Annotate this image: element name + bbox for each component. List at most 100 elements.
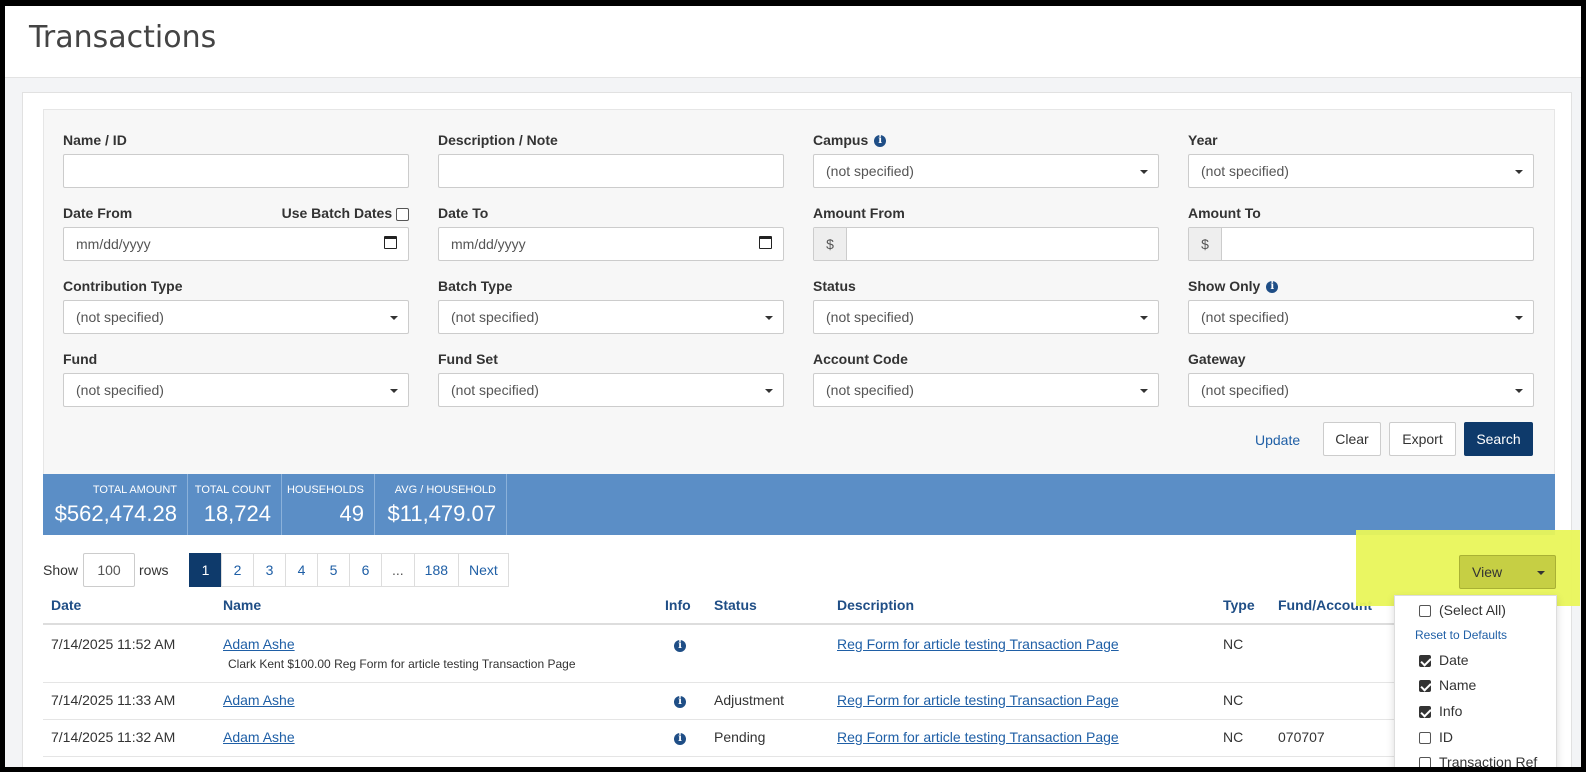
col-date[interactable]: Date [51,597,81,613]
description-link[interactable]: Reg Form for article testing Transaction… [837,729,1119,745]
row-info[interactable]: i [672,693,686,709]
stat-value: 49 [339,501,364,526]
name-link[interactable]: Adam Ashe [223,636,295,652]
info-icon[interactable]: i [1266,281,1279,294]
page-188[interactable]: 188 [413,553,460,587]
app-window: Transactions Name / ID Description / Not… [0,0,1586,772]
row-date: 7/14/2025 11:33 AM [51,692,176,708]
stat-value: $11,479.07 [387,501,496,526]
show-only-select[interactable]: (not specified) [1188,300,1534,334]
dollar-addon: $ [1189,228,1222,260]
info-icon[interactable]: i [674,696,686,709]
stat-value: $562,474.28 [54,501,177,526]
account-code-select[interactable]: (not specified) [813,373,1159,407]
account-code-group: Account Code (not specified) [813,351,1159,407]
stat-total-count: TOTAL COUNT 18,724 [188,474,282,535]
view-button[interactable]: View [1459,555,1556,589]
campus-group: Campus i (not specified) [813,132,1159,188]
amount-to-input[interactable]: $ [1188,227,1534,261]
row-type: NC [1223,729,1244,745]
name-checkbox[interactable] [1419,680,1431,693]
view-option-name[interactable]: Name [1419,677,1476,693]
date-to-group: Date To mm/dd/yyyy [438,205,784,261]
date-checkbox[interactable] [1419,655,1431,668]
use-batch-dates-checkbox[interactable] [396,207,409,221]
row-description[interactable]: Reg Form for article testing Transaction… [837,636,1119,652]
date-from-label: Date From Use Batch Dates [63,205,409,227]
col-info[interactable]: Info [665,597,691,613]
name-id-input[interactable] [63,154,409,188]
rows-input[interactable]: 100 [83,553,135,587]
view-dropdown: (Select All) Reset to Defaults Date Name… [1394,595,1557,767]
description-link[interactable]: Reg Form for article testing Transaction… [837,692,1119,708]
fund-set-select[interactable]: (not specified) [438,373,784,407]
export-button[interactable]: Export [1389,422,1456,456]
contribution-type-select[interactable]: (not specified) [63,300,409,334]
view-option-id[interactable]: ID [1419,729,1453,745]
amount-from-input[interactable]: $ [813,227,1159,261]
status-select[interactable]: (not specified) [813,300,1159,334]
calendar-icon[interactable] [384,236,397,249]
col-type[interactable]: Type [1223,597,1255,613]
calendar-icon[interactable] [759,236,772,249]
info-icon[interactable]: i [674,733,686,746]
view-option-transaction-ref[interactable]: Transaction Ref [1419,754,1537,767]
gateway-label: Gateway [1188,351,1246,367]
name-link[interactable]: Adam Ashe [223,692,295,708]
page-1[interactable]: 1 [189,553,222,587]
info-icon[interactable]: i [674,640,686,653]
description-link[interactable]: Reg Form for article testing Transaction… [837,636,1119,652]
table-row[interactable]: 7/14/2025 11:33 AM Adam Ashe i Adjustmen… [43,683,1555,720]
row-info[interactable]: i [672,730,686,746]
name-link[interactable]: Adam Ashe [223,729,295,745]
date-from-input[interactable]: mm/dd/yyyy [63,227,409,261]
amount-from-label: Amount From [813,205,905,221]
row-info[interactable]: i [672,637,686,653]
page-6[interactable]: 6 [349,553,382,587]
page-5[interactable]: 5 [317,553,350,587]
info-checkbox[interactable] [1419,706,1431,719]
next-page[interactable]: Next [458,553,509,587]
clear-button[interactable]: Clear [1323,422,1381,456]
date-to-input[interactable]: mm/dd/yyyy [438,227,784,261]
campus-select[interactable]: (not specified) [813,154,1159,188]
batch-type-select[interactable]: (not specified) [438,300,784,334]
row-name[interactable]: Adam Ashe [223,729,295,745]
col-description[interactable]: Description [837,597,914,613]
stat-total-amount: TOTAL AMOUNT $562,474.28 [43,474,188,535]
page-4[interactable]: 4 [285,553,318,587]
select-all-checkbox[interactable] [1419,605,1431,618]
gateway-select[interactable]: (not specified) [1188,373,1534,407]
year-select[interactable]: (not specified) [1188,154,1534,188]
update-button[interactable]: Update [1255,432,1300,448]
id-checkbox[interactable] [1419,732,1431,745]
row-description[interactable]: Reg Form for article testing Transaction… [837,692,1119,708]
use-batch-dates[interactable]: Use Batch Dates [282,205,409,221]
row-name[interactable]: Adam Ashe [223,636,295,652]
table-row[interactable]: 7/14/2025 11:32 AM Adam Ashe i Pending R… [43,720,1555,757]
use-batch-dates-label: Use Batch Dates [281,205,393,221]
view-option-date[interactable]: Date [1419,652,1469,668]
stat-value: 18,724 [203,501,271,526]
row-status: Pending [714,729,766,745]
search-button[interactable]: Search [1464,422,1533,456]
row-name[interactable]: Adam Ashe [223,692,295,708]
transaction-ref-checkbox[interactable] [1419,757,1431,767]
fund-label: Fund [63,351,98,367]
row-type: NC [1223,636,1244,652]
description-note-input[interactable] [438,154,784,188]
page-2[interactable]: 2 [221,553,254,587]
fund-select[interactable]: (not specified) [63,373,409,407]
col-status[interactable]: Status [714,597,757,613]
year-label: Year [1188,132,1218,148]
select-all-option[interactable]: (Select All) [1419,602,1506,618]
status-group: Status (not specified) [813,278,1159,334]
reset-defaults-link[interactable]: Reset to Defaults [1415,628,1507,642]
view-option-info[interactable]: Info [1419,703,1462,719]
table-row[interactable]: 7/14/2025 11:52 AM Adam Ashe i Reg Form … [43,627,1555,683]
stat-label: AVG / HOUSEHOLD [394,484,496,496]
page-3[interactable]: 3 [253,553,286,587]
row-description[interactable]: Reg Form for article testing Transaction… [837,729,1119,745]
col-name[interactable]: Name [223,597,261,613]
info-icon[interactable]: i [874,135,887,148]
